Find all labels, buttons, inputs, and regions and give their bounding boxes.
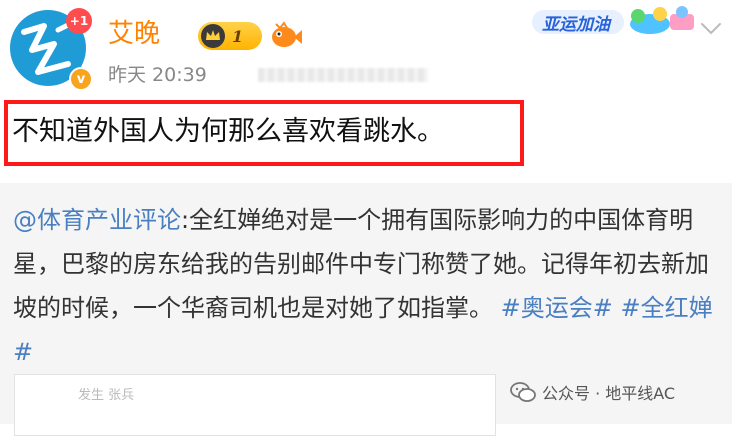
crown-icon [201,24,225,48]
fish-icon[interactable] [267,20,303,52]
repost-card-caption: 发生 张兵 [78,388,135,403]
wechat-icon [510,382,536,402]
watermark-label: 公众号 · 地平线AC [542,384,676,403]
event-banner-label: 亚运加油 [542,15,610,35]
blurred-source [258,68,428,82]
membership-badge[interactable]: 1 [198,22,262,50]
notification-badge: +1 [66,8,92,34]
watermark: 公众号 · 地平线AC [510,380,675,404]
post-timestamp: 昨天 20:39 [108,64,207,86]
username[interactable]: 艾晚 [108,16,160,52]
chevron-down-icon[interactable] [700,22,722,36]
event-banner[interactable]: 亚运加油 [530,4,698,38]
post-text: 不知道外国人为何那么喜欢看跳水。 [12,116,444,147]
hashtag-olympics[interactable]: #奥运会# [501,294,613,322]
verified-badge: v [69,67,93,91]
repost-mention[interactable]: @体育产业评论 [13,206,181,234]
member-level: 1 [232,26,244,46]
repost-text: @体育产业评论:全红婵绝对是一个拥有国际影响力的中国体育明星，巴黎的房东给我的告… [13,198,725,374]
